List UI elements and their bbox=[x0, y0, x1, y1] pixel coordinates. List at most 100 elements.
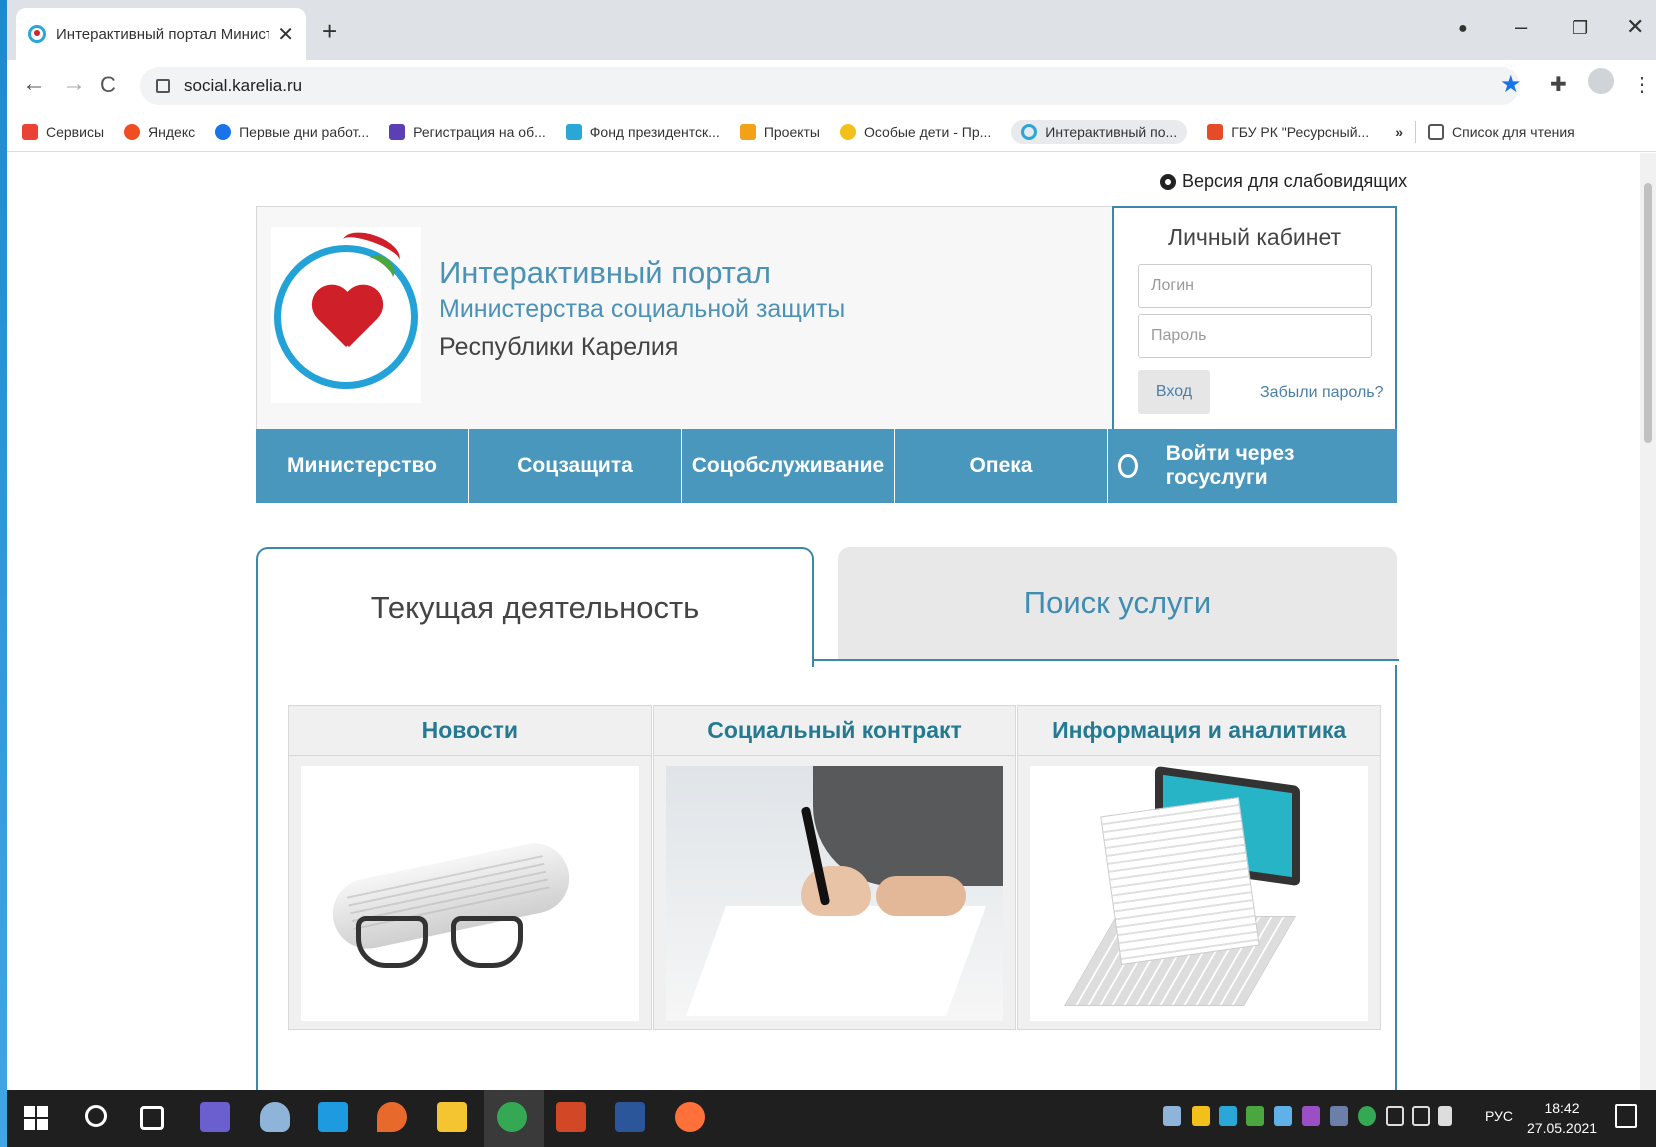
low-vision-link[interactable]: Версия для слабовидящих bbox=[1160, 171, 1407, 192]
apps-grid-icon bbox=[22, 123, 38, 140]
tray-network-icon[interactable] bbox=[1412, 1106, 1430, 1126]
nav-social-protection[interactable]: Соцзащита bbox=[469, 429, 682, 503]
nav-ministry[interactable]: Министерство bbox=[256, 429, 469, 503]
bookmarks-bar: Сервисы Яндекс Первые дни работ... Регис… bbox=[0, 112, 1656, 152]
card-title[interactable]: Новости bbox=[289, 706, 651, 756]
minimize-button[interactable]: – bbox=[1515, 14, 1527, 40]
tray-vpn-icon[interactable] bbox=[1246, 1106, 1264, 1126]
tray-people-icon[interactable] bbox=[1219, 1106, 1237, 1126]
new-tab-button[interactable]: + bbox=[322, 16, 337, 47]
glasses-lens-left bbox=[356, 916, 428, 968]
bookmark-presidential-fund[interactable]: Фонд президентск... bbox=[565, 123, 720, 140]
powerpoint-icon[interactable] bbox=[556, 1102, 586, 1132]
tray-app-icon[interactable] bbox=[1192, 1106, 1210, 1126]
browser-tab[interactable]: Интерактивный портал Минист ✕ bbox=[16, 8, 306, 60]
lock-icon bbox=[156, 79, 170, 93]
bookmark-registration[interactable]: Регистрация на об... bbox=[389, 123, 546, 140]
firefox-icon[interactable] bbox=[675, 1102, 705, 1132]
profile-avatar-icon[interactable] bbox=[1588, 68, 1614, 94]
bookmark-gbu-resource[interactable]: ГБУ РК "Ресурсный... bbox=[1207, 123, 1369, 140]
search-icon[interactable] bbox=[85, 1105, 107, 1127]
bookmark-special-children[interactable]: Особые дети - Пр... bbox=[840, 123, 991, 140]
tray-cloud-icon[interactable] bbox=[1330, 1106, 1348, 1126]
news-image[interactable] bbox=[301, 766, 639, 1021]
social-contract-image[interactable] bbox=[665, 766, 1004, 1021]
forward-button[interactable]: → bbox=[62, 70, 86, 98]
browser-toolbar: ← → C social.karelia.ru ★ ✚ ⋮ bbox=[0, 60, 1656, 112]
tray-volume-muted-icon[interactable] bbox=[1438, 1106, 1452, 1126]
portal-favicon-icon bbox=[1021, 123, 1038, 140]
bookmark-interactive-portal[interactable]: Интерактивный по... bbox=[1011, 119, 1188, 144]
bookmark-services[interactable]: Сервисы bbox=[22, 123, 104, 140]
glasses-lens-right bbox=[451, 916, 523, 968]
extensions-icon[interactable]: ✚ bbox=[1550, 72, 1567, 97]
nav-guardianship[interactable]: Опека bbox=[895, 429, 1108, 503]
scrollbar-thumb[interactable] bbox=[1644, 183, 1652, 443]
browser-tab-bar: Интерактивный портал Минист ✕ + ● – ❐ ✕ bbox=[0, 0, 1656, 60]
tray-check-icon[interactable] bbox=[1358, 1106, 1376, 1126]
bookmark-first-days[interactable]: Первые дни работ... bbox=[215, 123, 369, 140]
notifications-icon[interactable] bbox=[1615, 1104, 1637, 1128]
clock-date: 27.05.2021 bbox=[1527, 1120, 1598, 1136]
tray-shield-icon[interactable] bbox=[1163, 1106, 1181, 1126]
windows-start-icon[interactable] bbox=[24, 1106, 48, 1130]
clock-time: 18:42 bbox=[1544, 1100, 1580, 1116]
reading-list-button[interactable]: Список для чтения bbox=[1428, 123, 1575, 140]
url-text: social.karelia.ru bbox=[184, 76, 303, 95]
page-scrollbar[interactable] bbox=[1640, 153, 1656, 1090]
activity-cards: Новости Социальный контракт Информация и… bbox=[288, 705, 1382, 1030]
login-input[interactable] bbox=[1138, 264, 1372, 308]
restore-button[interactable]: ❐ bbox=[1572, 18, 1588, 39]
tray-network-app-icon[interactable] bbox=[1274, 1106, 1292, 1126]
ministry-logo[interactable] bbox=[271, 225, 421, 403]
bookmark-projects[interactable]: Проекты bbox=[739, 123, 820, 140]
profile-menu-icon[interactable]: ● bbox=[1458, 20, 1468, 38]
gosuslugi-login-button[interactable]: Войти через госуслуги bbox=[1108, 429, 1397, 503]
reload-button[interactable]: C bbox=[100, 72, 116, 98]
tab-close-icon[interactable]: ✕ bbox=[277, 22, 294, 47]
login-button[interactable]: Вход bbox=[1138, 370, 1210, 414]
card-social-contract[interactable]: Социальный контракт bbox=[652, 705, 1017, 1030]
keyboard-language[interactable]: РУС bbox=[1485, 1108, 1513, 1124]
word-icon[interactable] bbox=[615, 1102, 645, 1132]
forgot-password-link[interactable]: Забыли пароль? bbox=[1260, 384, 1384, 402]
drop-icon bbox=[215, 123, 232, 140]
bookmark-star-icon[interactable]: ★ bbox=[1500, 70, 1522, 99]
bookmarks-more-button[interactable]: » bbox=[1395, 124, 1403, 140]
tray-grid-icon[interactable] bbox=[1302, 1106, 1320, 1126]
address-bar[interactable]: social.karelia.ru bbox=[140, 67, 1520, 105]
close-window-button[interactable]: ✕ bbox=[1626, 14, 1644, 40]
card-info-analytics[interactable]: Информация и аналитика bbox=[1017, 705, 1382, 1030]
task-view-icon[interactable] bbox=[140, 1106, 164, 1130]
joomla-icon bbox=[1207, 123, 1224, 140]
password-input[interactable] bbox=[1138, 314, 1372, 358]
report-sheet-shape bbox=[1100, 796, 1261, 966]
card-title[interactable]: Информация и аналитика bbox=[1018, 706, 1381, 756]
system-clock[interactable]: 18:42 27.05.2021 bbox=[1527, 1098, 1597, 1138]
tab-current-activity[interactable]: Текущая деятельность bbox=[256, 547, 814, 667]
reading-list-icon bbox=[1428, 123, 1444, 140]
tray-battery-icon[interactable] bbox=[1386, 1106, 1404, 1126]
hand-shape bbox=[800, 866, 871, 916]
security-shield-icon[interactable] bbox=[260, 1102, 290, 1132]
app-icon-drop[interactable] bbox=[377, 1102, 407, 1132]
chrome-icon[interactable] bbox=[497, 1102, 527, 1132]
windows-taskbar: РУС 18:42 27.05.2021 bbox=[0, 1090, 1656, 1147]
eye-icon bbox=[1160, 173, 1176, 190]
hand-shape-2 bbox=[875, 876, 966, 916]
heart-icon bbox=[309, 287, 383, 351]
card-news[interactable]: Новости bbox=[288, 705, 652, 1030]
app-icon-notes[interactable] bbox=[200, 1102, 230, 1132]
nav-social-services[interactable]: Соцобслуживание bbox=[682, 429, 895, 503]
back-button[interactable]: ← bbox=[22, 70, 46, 98]
personal-cabinet-panel: Личный кабинет Вход Забыли пароль? bbox=[1112, 206, 1397, 431]
card-title[interactable]: Социальный контракт bbox=[653, 706, 1016, 756]
bookmark-yandex[interactable]: Яндекс bbox=[124, 123, 195, 140]
main-navigation: Министерство Соцзащита Соцобслуживание О… bbox=[256, 429, 1397, 503]
tab-service-search[interactable]: Поиск услуги bbox=[838, 547, 1397, 659]
file-explorer-icon[interactable] bbox=[437, 1102, 467, 1132]
browser-menu-icon[interactable]: ⋮ bbox=[1632, 72, 1652, 97]
analytics-image[interactable] bbox=[1030, 766, 1369, 1021]
app-icon-store[interactable] bbox=[318, 1102, 348, 1132]
site-region: Республики Карелия bbox=[439, 333, 679, 361]
